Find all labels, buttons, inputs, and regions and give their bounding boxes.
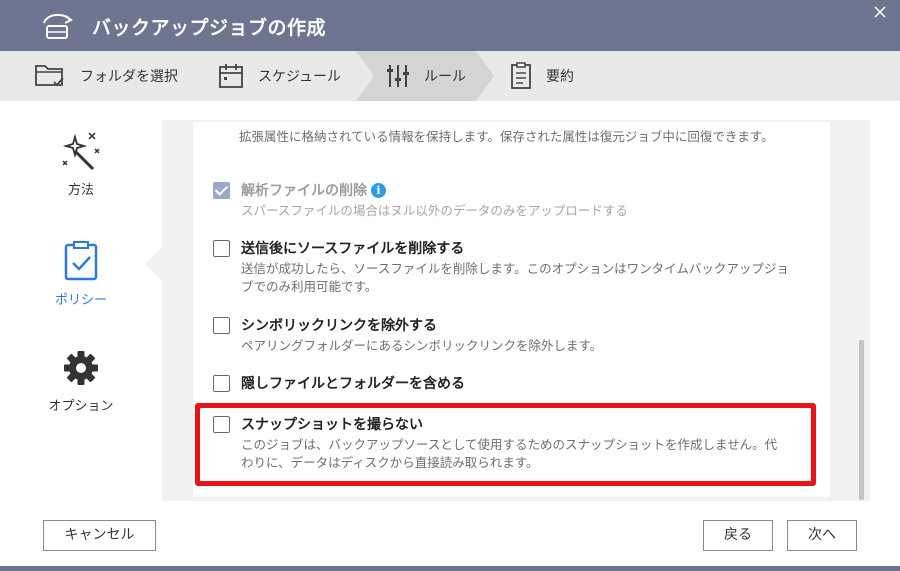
next-button[interactable]: 次へ — [787, 520, 857, 551]
nav-item-method[interactable]: 方法 — [0, 131, 162, 198]
step-label: スケジュール — [258, 69, 342, 85]
step-select-folder[interactable]: フォルダを選択 — [34, 51, 178, 101]
step-label: フォルダを選択 — [80, 69, 178, 85]
nav-item-policy[interactable]: ポリシー — [0, 241, 162, 308]
option-desc: 送信が成功したら、ソースファイルを削除します。このオプションはワンタイムバックア… — [241, 261, 789, 294]
gear-icon — [64, 351, 98, 385]
step-rules[interactable]: ルール — [386, 51, 466, 101]
option-desc: スパースファイルの場合はヌル以外のデータのみをアップロードする — [241, 203, 628, 218]
clipboard-list-icon — [511, 62, 531, 89]
close-icon[interactable] — [872, 4, 888, 20]
include-hidden-checkbox[interactable] — [213, 375, 230, 392]
window-title: バックアップジョブの作成 — [92, 17, 327, 39]
option-title: 解析ファイルの削除 i — [241, 180, 386, 200]
calendar-icon — [219, 64, 243, 88]
nav-item-options[interactable]: オプション — [0, 349, 162, 414]
wizard-steps: フォルダを選択 スケジュール ルール 要約 — [0, 51, 900, 101]
step-schedule[interactable]: スケジュール — [218, 51, 341, 101]
nav-label: オプション — [48, 399, 114, 414]
title-bar: バックアップジョブの作成 — [0, 0, 900, 51]
info-icon[interactable]: i — [371, 183, 386, 198]
option-title: シンボリックリンクを除外する — [241, 318, 437, 334]
sparse-files-checkbox[interactable] — [213, 182, 230, 199]
back-button[interactable]: 戻る — [703, 520, 773, 551]
magic-wand-icon — [62, 132, 100, 171]
step-label: ルール — [424, 69, 466, 85]
option-title: 送信後にソースファイルを削除する — [241, 241, 465, 257]
nav-active-pointer — [145, 246, 163, 282]
clipboard-check-icon — [64, 241, 98, 281]
option-title: 隠しファイルとフォルダーを含める — [241, 376, 465, 392]
nav-label: 方法 — [67, 183, 94, 198]
scrollbar-thumb[interactable] — [859, 340, 864, 500]
folder-check-icon — [35, 65, 64, 87]
hdd-sync-icon — [43, 13, 73, 39]
exclude-symlinks-checkbox[interactable] — [213, 317, 230, 334]
bottom-border — [0, 566, 900, 571]
option-desc: ペアリングフォルダーにあるシンボリックリンクを除外します。 — [241, 338, 603, 353]
step-summary[interactable]: 要約 — [510, 51, 574, 101]
nav-label: ポリシー — [54, 293, 107, 308]
sliders-icon — [387, 65, 409, 87]
cancel-button[interactable]: キャンセル — [43, 520, 156, 551]
option-desc-extended-attributes: 拡張属性に格納されている情報を保持します。保存された属性は復元ジョブ中に回復でき… — [239, 129, 774, 144]
left-nav: 方法 ポリシー オプション — [0, 101, 162, 501]
highlight-box — [195, 403, 816, 486]
step-label: 要約 — [546, 69, 574, 85]
delete-source-checkbox[interactable] — [213, 240, 230, 257]
